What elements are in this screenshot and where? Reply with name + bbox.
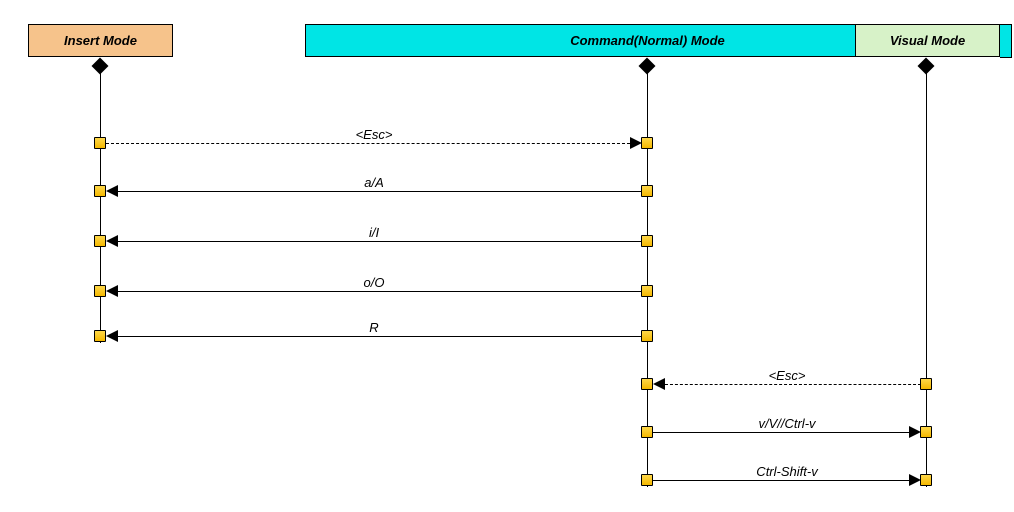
arrowhead-icon: [909, 426, 921, 438]
start-diamond-icon: [92, 58, 109, 75]
lifeline-insert: [100, 60, 101, 343]
activation-box: [641, 378, 653, 390]
message-label: o/O: [360, 275, 389, 290]
message-row: Ctrl-Shift-v: [0, 474, 1014, 486]
activation-box: [641, 285, 653, 297]
activation-box: [94, 235, 106, 247]
message-row: R: [0, 330, 1014, 342]
message-label: Ctrl-Shift-v: [752, 464, 821, 479]
message-label: i/I: [365, 225, 383, 240]
activation-box: [94, 285, 106, 297]
activation-box: [94, 330, 106, 342]
message-row: i/I: [0, 235, 1014, 247]
activation-box: [920, 426, 932, 438]
message-label: R: [365, 320, 382, 335]
message-label: <Esc>: [352, 127, 397, 142]
arrowhead-icon: [630, 137, 642, 149]
arrowhead-icon: [106, 285, 118, 297]
activation-box: [920, 378, 932, 390]
message-row: <Esc>: [0, 378, 1014, 390]
arrowhead-icon: [106, 235, 118, 247]
participant-visual-mode: Visual Mode: [855, 24, 1000, 57]
arrowhead-icon: [106, 330, 118, 342]
activation-box: [920, 474, 932, 486]
participant-insert-mode: Insert Mode: [28, 24, 173, 57]
activation-box: [641, 330, 653, 342]
participant-label: Insert Mode: [64, 33, 137, 48]
activation-box: [641, 235, 653, 247]
lifeline-command: [647, 60, 648, 487]
message-row: <Esc>: [0, 137, 1014, 149]
message-label: a/A: [360, 175, 388, 190]
activation-box: [641, 474, 653, 486]
message-line: [118, 191, 642, 192]
start-diamond-icon: [639, 58, 656, 75]
message-line: [118, 291, 642, 292]
message-line: [653, 432, 909, 433]
message-label: <Esc>: [765, 368, 810, 383]
activation-box: [641, 185, 653, 197]
message-row: a/A: [0, 185, 1014, 197]
arrowhead-icon: [653, 378, 665, 390]
activation-box: [641, 137, 653, 149]
start-diamond-icon: [918, 58, 935, 75]
arrowhead-icon: [106, 185, 118, 197]
activation-box: [94, 185, 106, 197]
message-line: [118, 241, 642, 242]
activation-box: [94, 137, 106, 149]
message-label: v/V//Ctrl-v: [754, 416, 819, 431]
message-line: [665, 384, 921, 385]
message-line: [106, 143, 630, 144]
arrowhead-icon: [909, 474, 921, 486]
participant-label: Command(Normal) Mode: [570, 33, 725, 48]
activation-box: [641, 426, 653, 438]
sequence-diagram: Insert Mode Command(Normal) Mode Visual …: [0, 0, 1014, 512]
lifeline-visual: [926, 60, 927, 487]
participant-label: Visual Mode: [890, 33, 965, 48]
message-row: o/O: [0, 285, 1014, 297]
participant-overlay-stripe: [1000, 24, 1012, 58]
message-row: v/V//Ctrl-v: [0, 426, 1014, 438]
message-line: [653, 480, 909, 481]
message-line: [118, 336, 642, 337]
